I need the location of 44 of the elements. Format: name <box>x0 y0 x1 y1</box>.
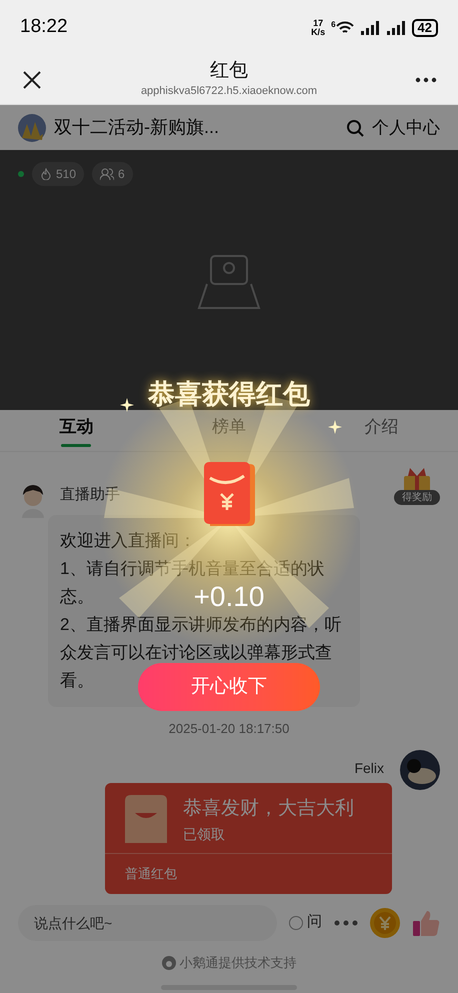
network-speed: 17 K/s <box>311 18 326 36</box>
people-icon <box>100 168 114 180</box>
thumbs-up-icon[interactable] <box>412 908 440 936</box>
sparkle-icon <box>120 398 134 412</box>
stat-chip: 510 <box>32 162 84 186</box>
amount: +0.10 <box>194 581 264 613</box>
sparkle-icon <box>328 420 342 434</box>
channel-title: 双十二活动-新购旗... <box>54 116 219 139</box>
clock: 18:22 <box>20 15 68 40</box>
user-avatar <box>400 750 440 790</box>
signal-icon <box>386 20 406 34</box>
envelope-icon <box>202 460 256 528</box>
page-url: apphiskva5l6722.h5.xiaoeknow.com <box>140 84 318 100</box>
popup-title: 恭喜获得红包 <box>148 378 310 410</box>
more-icon <box>415 76 437 82</box>
flame-icon <box>40 168 52 180</box>
battery-indicator: 42 <box>412 18 438 36</box>
presenter-icon <box>195 254 263 310</box>
live-dot <box>18 171 24 177</box>
profile-link[interactable]: 个人中心 <box>372 114 440 140</box>
stat-chip: 6 <box>92 162 133 186</box>
envelope-icon <box>125 795 167 843</box>
more-icon[interactable] <box>334 920 358 926</box>
envelope-type: 普通红包 <box>125 866 177 880</box>
channel-avatar <box>18 114 46 142</box>
brand-icon <box>162 956 176 970</box>
envelope-status: 已领取 <box>183 824 226 844</box>
reward-badge: 得奖励 <box>394 490 440 505</box>
signal-icon <box>360 20 380 34</box>
footer-credit: 小鹅通提供技术支持 <box>180 954 296 972</box>
close-icon <box>22 70 42 90</box>
message-timestamp: 2025-01-20 18:17:50 <box>168 720 290 738</box>
envelope-title: 恭喜发财，大吉大利 <box>183 797 354 821</box>
comment-field[interactable]: 说点什么吧~ <box>18 904 277 940</box>
search-icon[interactable] <box>346 118 364 136</box>
accept-button[interactable]: 开心收下 <box>138 663 320 711</box>
wifi-icon <box>336 20 354 34</box>
page-title: 红包 <box>210 59 248 84</box>
sender-name: Felix <box>354 759 384 778</box>
sender-name: 直播助手 <box>60 485 121 505</box>
ask-toggle[interactable]: 问 <box>289 911 322 934</box>
coin-icon[interactable] <box>370 908 400 938</box>
network-label: 6 <box>331 20 336 28</box>
gift-envelope-card[interactable]: 恭喜发财，大吉大利 已领取 普通红包 <box>105 783 392 894</box>
